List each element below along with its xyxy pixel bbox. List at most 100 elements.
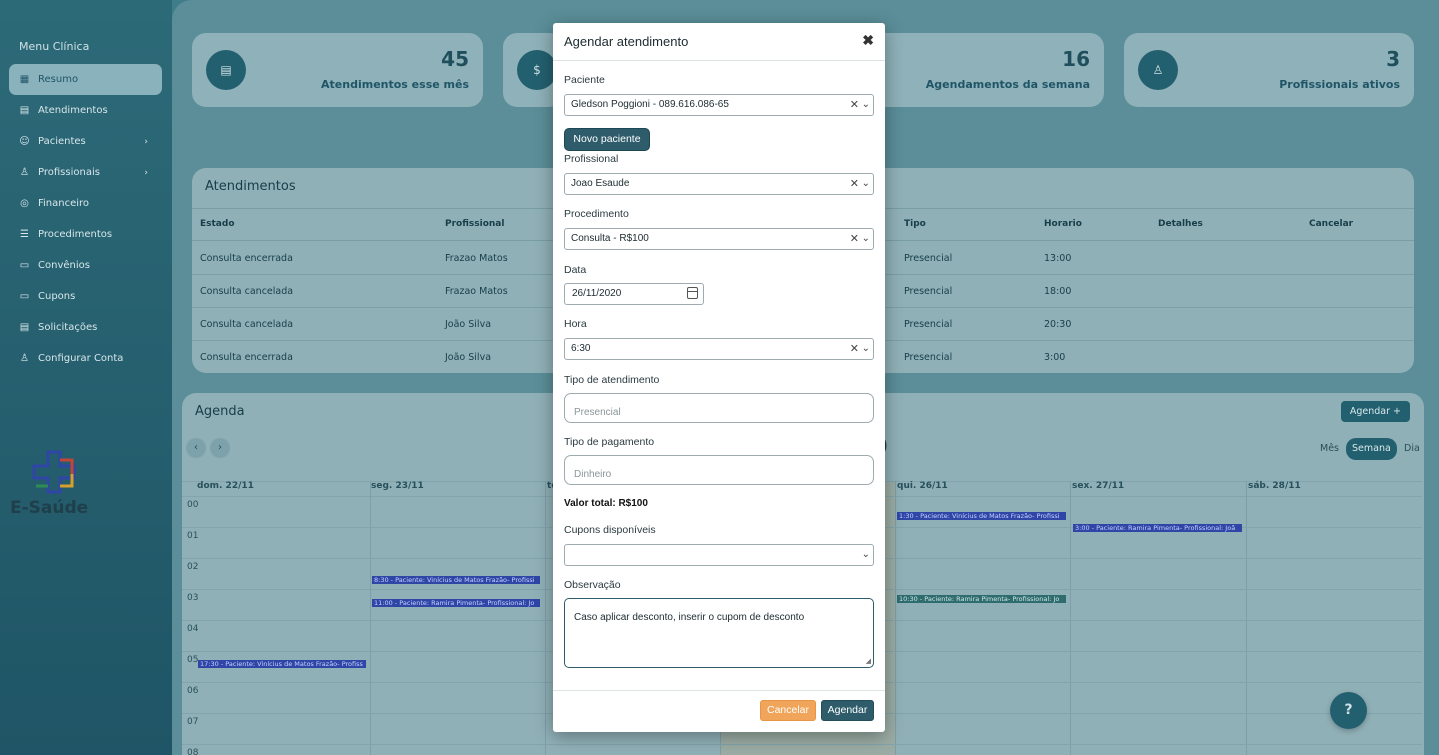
- close-icon[interactable]: ✖: [862, 32, 874, 49]
- cupons-select[interactable]: ⌄: [564, 544, 874, 566]
- tipo-atendimento-input[interactable]: Presencial: [564, 393, 874, 423]
- document-icon: ▤: [19, 322, 30, 333]
- chevron-down-icon[interactable]: ⌄: [862, 95, 870, 115]
- sidebar-item-label: Financeiro: [38, 198, 90, 209]
- list-icon: ▤: [19, 105, 30, 116]
- logo-text: E-Saúde: [10, 498, 89, 518]
- stat-card-profissionais: ♙ 3 Profissionais ativos: [1124, 33, 1414, 107]
- clear-icon[interactable]: ✕: [850, 229, 859, 249]
- paciente-select[interactable]: Gledson Poggioni - 089.616.086-65 ✕ ⌄: [564, 94, 874, 116]
- hour-label: 01: [187, 531, 199, 541]
- resize-handle-icon[interactable]: ◢: [866, 657, 871, 665]
- profissional-label: Profissional: [564, 153, 619, 165]
- grid-line: [182, 744, 1422, 745]
- cell-estado: Consulta encerrada: [200, 352, 293, 363]
- day-header: dom. 22/11: [197, 481, 254, 491]
- coin-icon: $: [517, 50, 557, 90]
- user-cog-icon: ♙: [20, 353, 29, 364]
- hour-label: 07: [187, 717, 199, 727]
- column-header: Tipo: [904, 219, 926, 229]
- column-header: Horario: [1044, 219, 1082, 229]
- sidebar-item-atendimentos[interactable]: ▤ Atendimentos: [9, 95, 162, 126]
- calendar-event[interactable]: 11:00 - Paciente: Ramira Pimenta- Profis…: [372, 599, 540, 607]
- sidebar-item-cupons[interactable]: ▭ Cupons: [9, 281, 162, 312]
- hora-select[interactable]: 6:30 ✕ ⌄: [564, 338, 874, 360]
- sidebar-title: Menu Clínica: [19, 40, 90, 53]
- cell-tipo: Presencial: [904, 253, 953, 264]
- calendar-icon[interactable]: [687, 287, 698, 299]
- novo-paciente-button[interactable]: Novo paciente: [564, 128, 650, 151]
- chevron-right-icon[interactable]: ›: [210, 438, 230, 458]
- calendar-event[interactable]: 8:30 - Paciente: Vinícius de Matos Frazã…: [372, 576, 540, 584]
- sidebar-item-label: Procedimentos: [38, 229, 113, 240]
- paciente-label: Paciente: [564, 74, 605, 86]
- sidebar-item-procedimentos[interactable]: ☰ Procedimentos: [9, 219, 162, 250]
- paciente-value: Gledson Poggioni - 089.616.086-65: [571, 99, 729, 110]
- column-header: Cancelar: [1309, 219, 1354, 229]
- sidebar-item-financeiro[interactable]: ◎ Financeiro: [9, 188, 162, 219]
- hour-label: 05: [187, 655, 199, 665]
- clear-icon[interactable]: ✕: [850, 339, 859, 359]
- clear-icon[interactable]: ✕: [850, 174, 859, 194]
- observacao-textarea[interactable]: Caso aplicar desconto, inserir o cupom d…: [564, 598, 874, 668]
- hora-value: 6:30: [571, 343, 591, 354]
- procedimento-select[interactable]: Consulta - R$100 ✕ ⌄: [564, 228, 874, 250]
- calendar-event[interactable]: 3:00 - Paciente: Ramira Pimenta- Profiss…: [1073, 524, 1242, 532]
- coin-icon: ◎: [20, 198, 29, 209]
- hour-label: 08: [187, 748, 199, 755]
- user-icon: ♙: [1138, 50, 1178, 90]
- stat-value: 45: [441, 47, 469, 71]
- cell-profissional: Frazao Matos: [445, 253, 508, 264]
- chevron-right-icon: ›: [144, 167, 148, 178]
- cell-estado: Consulta cancelada: [200, 286, 294, 297]
- tipo-pagamento-input[interactable]: Dinheiro: [564, 455, 874, 485]
- chevron-down-icon[interactable]: ⌄: [862, 339, 870, 359]
- clear-icon[interactable]: ✕: [850, 95, 859, 115]
- list-icon: ☰: [20, 229, 29, 240]
- cell-horario: 20:30: [1044, 319, 1072, 330]
- sidebar-item-convenios[interactable]: ▭ Convênios: [9, 250, 162, 281]
- cancel-button[interactable]: Cancelar: [760, 700, 816, 721]
- card-icon: ▭: [19, 260, 30, 271]
- calendar-event[interactable]: 17:30 - Paciente: Vinícius de Matos Fraz…: [198, 660, 366, 668]
- chevron-left-icon[interactable]: ‹: [186, 438, 206, 458]
- sidebar-item-pacientes[interactable]: ☺ Pacientes ›: [9, 126, 162, 157]
- profissional-value: Joao Esaude: [571, 178, 630, 189]
- chevron-down-icon[interactable]: ⌄: [862, 229, 870, 249]
- date-input[interactable]: 26/11/2020: [564, 283, 704, 305]
- view-week-button[interactable]: Semana: [1346, 438, 1397, 460]
- sidebar-item-configurar-conta[interactable]: ♙ Configurar Conta: [9, 343, 162, 374]
- sidebar-item-label: Convênios: [38, 260, 90, 271]
- cell-estado: Consulta encerrada: [200, 253, 293, 264]
- user-icon: ♙: [20, 167, 29, 178]
- document-icon: ▤: [206, 50, 246, 90]
- chevron-down-icon[interactable]: ⌄: [862, 174, 870, 194]
- cell-horario: 18:00: [1044, 286, 1072, 297]
- sidebar-item-resumo[interactable]: ▦ Resumo: [9, 64, 162, 95]
- chevron-down-icon[interactable]: ⌄: [862, 545, 870, 565]
- column-header: Profissional: [445, 219, 505, 229]
- calendar-event[interactable]: 1:30 - Paciente: Vinícius de Matos Frazã…: [897, 512, 1066, 520]
- data-label: Data: [564, 264, 587, 276]
- sidebar-item-solicitacoes[interactable]: ▤ Solicitações: [9, 312, 162, 343]
- cell-tipo: Presencial: [904, 352, 953, 363]
- agendar-add-button[interactable]: Agendar +: [1340, 401, 1410, 422]
- agendar-button[interactable]: Agendar: [821, 700, 874, 721]
- profissional-select[interactable]: Joao Esaude ✕ ⌄: [564, 173, 874, 195]
- view-day-button[interactable]: Dia: [1398, 438, 1424, 460]
- cell-tipo: Presencial: [904, 286, 953, 297]
- help-button[interactable]: ?: [1330, 692, 1367, 729]
- column-header: Estado: [200, 219, 235, 229]
- calendar-event[interactable]: 10:30 - Paciente: Ramira Pimenta- Profis…: [897, 595, 1066, 603]
- modal-footer-divider: [553, 690, 885, 691]
- sidebar-item-profissionais[interactable]: ♙ Profissionais ›: [9, 157, 162, 188]
- day-header: sex. 27/11: [1072, 481, 1125, 491]
- stat-label: Atendimentos esse mês: [321, 78, 469, 91]
- day-header: sáb. 28/11: [1248, 481, 1301, 491]
- agendar-atendimento-modal: Agendar atendimento ✖ Paciente Gledson P…: [553, 23, 885, 732]
- procedimento-value: Consulta - R$100: [571, 233, 649, 244]
- column-header: Detalhes: [1158, 219, 1203, 229]
- sidebar-item-label: Cupons: [38, 291, 76, 302]
- view-month-button[interactable]: Mês: [1314, 438, 1345, 460]
- hour-label: 02: [187, 562, 199, 572]
